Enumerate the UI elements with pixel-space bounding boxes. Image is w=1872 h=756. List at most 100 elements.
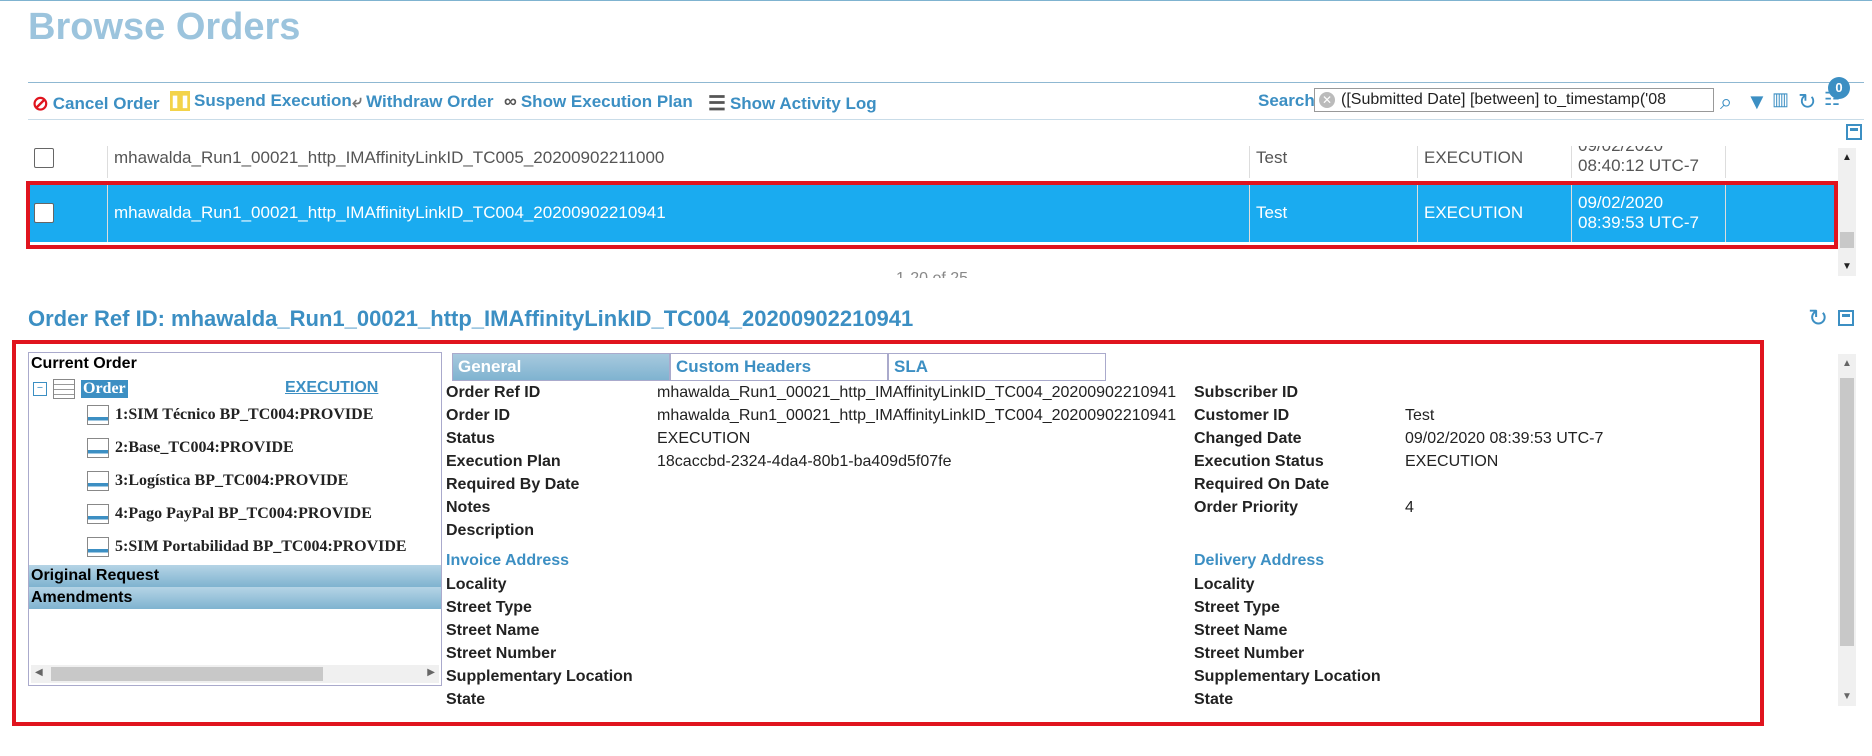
scroll-down-icon[interactable]: ▼ [1842,691,1852,702]
changed-date-label: Changed Date [1194,430,1302,447]
collapse-node-icon[interactable]: − [33,382,47,396]
order-tree: Current Order − Order EXECUTION 1:SIM Té… [28,352,442,686]
execution-plan-label: Execution Plan [446,453,561,470]
component-icon [87,504,109,524]
delivery-street-name-label: Street Name [1194,622,1288,639]
required-on-date-label: Required On Date [1194,476,1330,493]
scroll-down-icon[interactable]: ▼ [1842,261,1852,272]
collapse-panel-icon[interactable] [1846,124,1862,140]
page-title: Browse Orders [28,6,301,48]
row-checkbox[interactable] [34,148,54,168]
status-cell: EXECUTION [1418,146,1572,178]
tree-child-node[interactable]: 4:Pago PayPal BP_TC004:PROVIDE [87,504,372,524]
list-icon: ☰ [708,93,726,115]
status-label: Status [446,430,495,447]
tab-sla[interactable]: SLA [888,353,1106,381]
date-line: 09/02/2020 [1578,146,1663,156]
columns-icon[interactable]: ▥ [1772,89,1789,110]
search-input[interactable]: ✕ ([Submitted Date] [between] to_timesta… [1314,88,1714,112]
customer-id-value: Test [1405,407,1435,424]
delivery-supplementary-location-label: Supplementary Location [1194,668,1381,685]
invoice-street-name-label: Street Name [446,622,540,639]
tree-child-label: 1:SIM Técnico BP_TC004:PROVIDE [115,406,374,423]
tree-scroll-thumb[interactable] [51,667,323,681]
tree-child-label: 2:Base_TC004:PROVIDE [115,439,294,456]
tree-hscrollbar[interactable]: ◀ ▶ [31,665,439,683]
required-by-date-label: Required By Date [446,476,580,493]
refresh-icon[interactable]: ↻ [1798,89,1816,115]
search-value: ([Submitted Date] [between] to_timestamp… [1341,91,1666,108]
show-activity-log-button[interactable]: ☰ Show Activity Log [708,91,877,116]
detail-scrollbar[interactable]: ▲ ▼ [1838,354,1856,706]
execution-status-label: Execution Status [1194,453,1324,470]
tree-root-label: Order [81,380,128,398]
show-execution-plan-button[interactable]: ∞ Show Execution Plan [504,91,693,112]
time-line: 08:40:12 UTC-7 [1578,156,1699,175]
order-id-value: mhawalda_Run1_00021_http_IMAffinityLinkI… [657,407,1177,424]
customer-cell: Test [1250,146,1418,178]
show-activity-log-label: Show Activity Log [729,93,877,113]
invoice-locality-label: Locality [446,576,507,593]
order-ref-id-label: Order Ref ID [446,384,541,401]
pager-text: 1-20 of 25 [896,270,968,278]
search-label: Search [1258,91,1315,110]
grid-scrollbar[interactable]: ▲ ▼ [1838,148,1856,276]
amendments-section[interactable]: Amendments [29,587,441,609]
cancel-order-label: Cancel Order [52,93,160,113]
table-row[interactable]: mhawalda_Run1_00021_http_IMAffinityLinkI… [28,146,1834,178]
tree-root-node[interactable]: − Order [33,379,128,399]
pause-icon: ❚❚ [170,91,190,111]
delivery-street-type-label: Street Type [1194,599,1280,616]
suspend-execution-button[interactable]: ❚❚ Suspend Execution [170,91,352,111]
detail-scroll-thumb[interactable] [1840,378,1854,646]
tree-child-node[interactable]: 3:Logística BP_TC004:PROVIDE [87,471,348,491]
scroll-right-icon[interactable]: ▶ [427,667,435,678]
scroll-left-icon[interactable]: ◀ [35,667,43,678]
execution-plan-value: 18caccbd-2324-4da4-80b1-ba409d5f07fe [657,453,952,470]
glasses-icon: ∞ [504,91,517,111]
delivery-locality-label: Locality [1194,576,1255,593]
order-node-icon [53,379,75,399]
cancel-order-button[interactable]: ⊘ Cancel Order [32,91,160,116]
order-priority-label: Order Priority [1194,499,1299,516]
refresh-detail-icon[interactable]: ↻ [1808,304,1828,333]
filter-icon[interactable]: ▼ [1746,89,1768,115]
tab-custom-headers[interactable]: Custom Headers [670,353,888,381]
component-icon [87,471,109,491]
changed-date-value: 09/02/2020 08:39:53 UTC-7 [1405,430,1604,447]
notes-label: Notes [446,499,491,516]
collapse-detail-icon[interactable] [1838,310,1854,326]
scroll-thumb[interactable] [1840,232,1854,248]
delivery-street-number-label: Street Number [1194,645,1305,662]
tree-child-node[interactable]: 1:SIM Técnico BP_TC004:PROVIDE [87,405,373,425]
description-label: Description [446,522,535,539]
original-request-section[interactable]: Original Request [29,565,441,587]
detail-tabs: General Custom Headers SLA [452,353,1106,381]
subscriber-id-label: Subscriber ID [1194,384,1299,401]
withdraw-icon: ⤶ [352,91,363,111]
invoice-state-label: State [446,691,486,708]
delivery-address-heading: Delivery Address [1194,552,1325,569]
scroll-up-icon[interactable]: ▲ [1842,152,1852,163]
invoice-street-number-label: Street Number [446,645,557,662]
withdraw-order-button[interactable]: ⤶ Withdraw Order [352,91,493,112]
date-cell: 09/02/2020 08:40:12 UTC-7 [1572,146,1726,178]
order-id-label: Order ID [446,407,511,424]
delivery-state-label: State [1194,691,1234,708]
tree-header: Current Order [31,355,137,372]
top-border [0,0,1872,1]
withdraw-order-label: Withdraw Order [366,91,494,111]
tree-child-node[interactable]: 5:SIM Portabilidad BP_TC004:PROVIDE [87,537,407,557]
scroll-up-icon[interactable]: ▲ [1842,358,1852,369]
search-icon[interactable]: ⌕ [1720,89,1732,115]
order-priority-value: 4 [1405,499,1414,516]
invoice-street-type-label: Street Type [446,599,532,616]
order-name-cell: mhawalda_Run1_00021_http_IMAffinityLinkI… [108,146,1250,178]
execution-status-value: EXECUTION [1405,453,1499,470]
order-ref-id-value: mhawalda_Run1_00021_http_IMAffinityLinkI… [657,384,1177,401]
tab-general[interactable]: General [452,353,670,381]
tree-child-node[interactable]: 2:Base_TC004:PROVIDE [87,438,294,458]
clear-search-icon[interactable]: ✕ [1319,92,1335,108]
cancel-icon: ⊘ [32,93,49,115]
tree-root-status[interactable]: EXECUTION [285,379,378,397]
